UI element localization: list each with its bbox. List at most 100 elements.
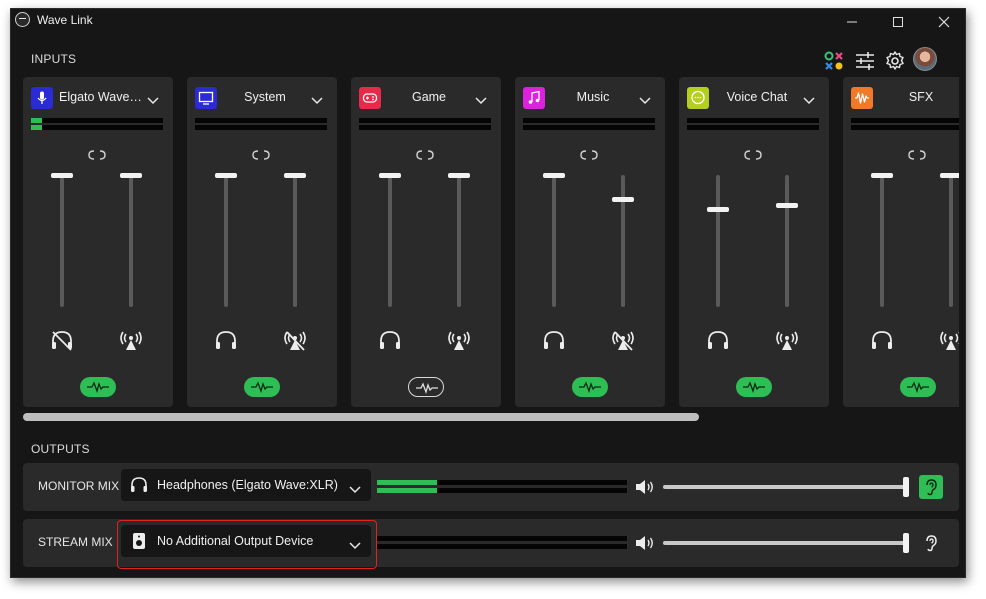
headphones-icon[interactable] <box>213 329 239 353</box>
input-strip-system: System <box>187 77 337 407</box>
waveform-icon <box>251 381 273 393</box>
monitor-mix-fader[interactable] <box>707 175 729 307</box>
fader-knob[interactable] <box>871 173 893 178</box>
ear-icon <box>926 479 937 496</box>
channel-name: SFX <box>908 90 934 104</box>
speaker-volume-icon[interactable] <box>634 478 656 501</box>
fader-knob[interactable] <box>543 173 565 178</box>
monitor-mix-fader[interactable] <box>215 173 237 307</box>
stream-mix-fader[interactable] <box>612 175 634 307</box>
headphones-icon[interactable] <box>705 329 731 353</box>
scrollbar-thumb[interactable] <box>23 413 699 421</box>
fader-knob[interactable] <box>776 203 798 209</box>
output-device-select[interactable]: No Additional Output Device <box>121 525 371 557</box>
listen-ear-button[interactable] <box>919 531 943 555</box>
gamepad-icon[interactable] <box>359 87 381 109</box>
monitor-icon[interactable] <box>195 87 217 109</box>
effects-toggle[interactable] <box>408 377 444 397</box>
stream-mix-fader[interactable] <box>448 173 470 307</box>
link-faders-icon[interactable] <box>416 147 434 165</box>
broadcast-icon[interactable] <box>446 329 472 353</box>
link-faders-icon[interactable] <box>88 147 106 165</box>
headphones-muted-icon[interactable] <box>49 329 75 353</box>
headphones-icon[interactable] <box>869 329 895 353</box>
effects-toggle[interactable] <box>244 377 280 397</box>
speaker-icon <box>129 532 149 555</box>
link-faders-icon[interactable] <box>908 147 926 165</box>
stream-mix-fader[interactable] <box>940 173 959 307</box>
output-level-meter-top <box>377 536 627 541</box>
volume-slider-knob[interactable] <box>903 533 909 553</box>
chevron-down-icon[interactable] <box>475 92 487 110</box>
broadcast-muted-icon[interactable] <box>282 329 308 353</box>
fader-knob[interactable] <box>120 173 142 178</box>
fader-knob[interactable] <box>284 173 306 178</box>
speaker-volume-icon[interactable] <box>634 534 656 557</box>
stream-mix-fader[interactable] <box>120 173 142 307</box>
link-faders-icon[interactable] <box>252 147 270 165</box>
wave-link-window: Wave Link INPUTS Elgato Wave ... System … <box>10 8 966 578</box>
output-label: MONITOR MIX <box>38 479 120 493</box>
volume-slider-knob[interactable] <box>903 477 909 497</box>
marketplace-icon[interactable] <box>822 49 846 73</box>
user-avatar[interactable] <box>913 47 937 71</box>
fader-knob[interactable] <box>379 173 401 178</box>
monitor-mix-fader[interactable] <box>51 173 73 307</box>
output-level-meter-bottom <box>377 544 627 549</box>
broadcast-muted-icon[interactable] <box>610 329 636 353</box>
output-device-select[interactable]: Headphones (Elgato Wave:XLR) <box>121 469 371 501</box>
waveform-icon <box>416 382 438 394</box>
level-meter-bottom <box>851 125 959 130</box>
title-bar: Wave Link <box>11 9 965 35</box>
output-level-meter-top <box>377 480 627 485</box>
broadcast-icon[interactable] <box>938 329 959 353</box>
monitor-mix-fader[interactable] <box>379 173 401 307</box>
headphones-icon <box>129 476 149 499</box>
sound-wave-icon[interactable] <box>851 87 873 109</box>
microphone-icon[interactable] <box>31 87 53 109</box>
waveform-icon <box>907 381 929 393</box>
music-note-icon[interactable] <box>523 87 545 109</box>
chevron-down-icon[interactable] <box>311 92 323 110</box>
listen-ear-button[interactable] <box>919 475 943 499</box>
channels-horizontal-scrollbar[interactable] <box>23 413 959 421</box>
level-meter-top <box>195 118 327 123</box>
broadcast-icon[interactable] <box>774 329 800 353</box>
effects-toggle[interactable] <box>572 377 608 397</box>
output-row-stream-mix: STREAM MIX No Additional Output Device <box>23 519 959 567</box>
link-faders-icon[interactable] <box>744 147 762 165</box>
chat-bubble-icon[interactable] <box>687 87 709 109</box>
stream-mix-fader[interactable] <box>284 173 306 307</box>
monitor-mix-fader[interactable] <box>543 173 565 307</box>
close-button[interactable] <box>921 9 965 35</box>
mixer-settings-icon[interactable] <box>853 49 877 73</box>
headphones-icon[interactable] <box>541 329 567 353</box>
fader-knob[interactable] <box>448 173 470 178</box>
minimize-button[interactable] <box>829 9 875 35</box>
waveform-icon <box>87 381 109 393</box>
fader-knob[interactable] <box>707 207 729 213</box>
fader-knob[interactable] <box>940 173 959 178</box>
wave-link-app-icon <box>15 12 30 27</box>
chevron-down-icon[interactable] <box>803 92 815 110</box>
chevron-down-icon[interactable] <box>639 92 651 110</box>
output-volume-slider[interactable] <box>663 533 909 553</box>
fader-knob[interactable] <box>51 173 73 178</box>
broadcast-icon[interactable] <box>118 329 144 353</box>
waveform-icon <box>579 381 601 393</box>
link-faders-icon[interactable] <box>580 147 598 165</box>
effects-toggle[interactable] <box>900 377 936 397</box>
fader-knob[interactable] <box>612 196 634 202</box>
chevron-down-icon <box>349 537 361 555</box>
headphones-icon[interactable] <box>377 329 403 353</box>
output-volume-slider[interactable] <box>663 477 909 497</box>
effects-toggle[interactable] <box>80 377 116 397</box>
stream-mix-fader[interactable] <box>776 175 798 307</box>
effects-toggle[interactable] <box>736 377 772 397</box>
output-label: STREAM MIX <box>38 535 113 549</box>
maximize-button[interactable] <box>875 9 921 35</box>
gear-icon[interactable] <box>883 49 907 73</box>
fader-knob[interactable] <box>215 173 237 178</box>
chevron-down-icon[interactable] <box>147 92 159 110</box>
monitor-mix-fader[interactable] <box>871 173 893 307</box>
